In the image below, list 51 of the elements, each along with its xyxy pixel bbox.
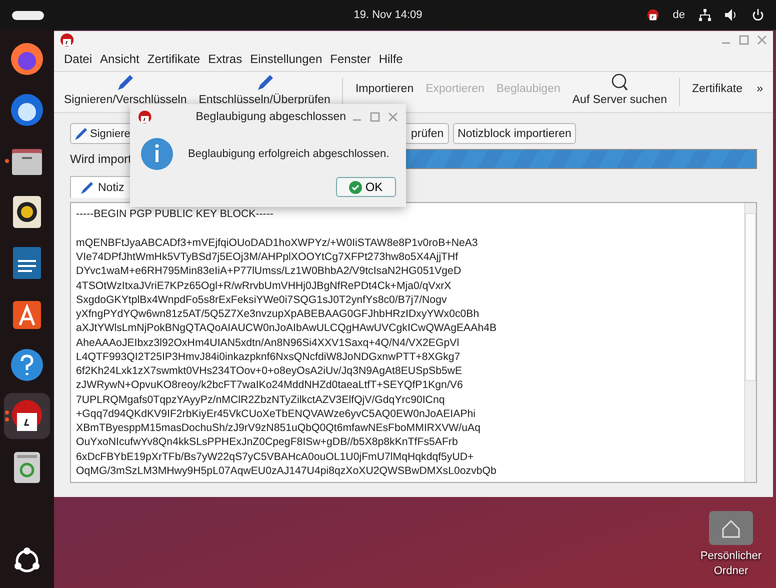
search-icon bbox=[610, 73, 630, 92]
clock[interactable]: 19. Nov 14:09 bbox=[354, 9, 422, 21]
pencil-icon bbox=[79, 180, 95, 196]
text-line: L4QTF993QI2T25IP3HmvJ84i0inkazpknf6NxsQNcfdiW8JoNDGxnwPTT+8XGkg7 bbox=[76, 350, 462, 364]
text-line: XBmTByesppM15masDochuSh/zJ9rV9zN851uQbQ0Qt6mfawNEsFboMMIRXVW/uAq bbox=[76, 421, 482, 436]
text-line: zJWRywN+OpvuKO8reoy/k2bcFT7waIKo24MddNHZd0taeaLtfT+SEYQfP1Kgn/V6 bbox=[76, 378, 464, 392]
app-logo-icon bbox=[138, 110, 152, 124]
help-icon[interactable] bbox=[8, 346, 46, 384]
toolbar-button[interactable]: Signieren/Verschlüsseln bbox=[58, 72, 193, 112]
text-line: 6f2Kh24Lxk1zX7swmkt0VHs234TOov+0+o8eyOsA2iUv/Jq3N9AgAt8EUSpSb5wE bbox=[76, 364, 464, 378]
toolbar-button[interactable]: Importieren bbox=[349, 72, 420, 112]
text-line: 6xDcFBYbE19pXrTFb/Bs7yW22qS7yC5VBAHcA0ouOL1U0jFmU7lMqHqkdqf5yUD+ bbox=[76, 450, 475, 464]
toolbar-button[interactable]: Zertifikate bbox=[686, 72, 748, 112]
import-notepad-button[interactable]: Notizblock importieren bbox=[452, 123, 576, 144]
power-icon[interactable] bbox=[752, 9, 764, 21]
text-line: VIe74DPfJhtWmHk5VTyBSd7j5EOj3M/AHPplXOOYtCg7XFPt273hw8o5X4AjjTHf bbox=[76, 250, 460, 264]
dialog-title: Beglaubigung abgeschlossen bbox=[196, 110, 346, 122]
text-line: aXJtYWlsLmNjPokBNgQTAQoAIAUCW0nJoAIbAwULCQgHAwUVCgkICwQWAgEAAh4B bbox=[76, 321, 498, 336]
volume-icon[interactable] bbox=[725, 9, 738, 21]
text-line: -----BEGIN PGP PUBLIC KEY BLOCK----- bbox=[76, 207, 274, 222]
pencil-icon bbox=[73, 126, 89, 142]
text-line: 7UPLRQMgafs0TqpzYAyyPz/nMClR2ZbzNTyZilkctAZV3ElfQjV/GdqYrc90ICnq bbox=[76, 392, 446, 407]
overflow-button[interactable]: » bbox=[750, 72, 769, 112]
app-logo-icon bbox=[60, 32, 74, 47]
app-logo-icon bbox=[646, 9, 659, 21]
text-line: DYvc1waM+e6RH795Min83eIiA+P77lUmss/Lz1W0BhbA2/V9tcIsaN2HG051VgeD bbox=[76, 264, 462, 278]
check-icon bbox=[349, 180, 362, 194]
toolbar-button[interactable]: Auf Server suchen bbox=[566, 72, 673, 112]
home-folder-icon[interactable] bbox=[709, 511, 753, 546]
status-text: Wird import bbox=[70, 152, 132, 166]
text-line: SxgdoGKYtplBx4WnpdFo5s8rExFeksiYWe0i7SQG1sJ0T2ynfYs8c0/B7j7/Nogv bbox=[76, 292, 448, 307]
toolbar-button[interactable]: Entschlüsseln/Überprüfen bbox=[192, 72, 336, 112]
text-line: AheAAAoJEIbxz3l92OxHm4UIAN5xdtn/An8N96Si4XXV1Saxq+4Q/N4/VX2EGpVl bbox=[76, 336, 460, 350]
desktop-icon-label: Persönlicher Ordner bbox=[699, 549, 763, 578]
text-line: OuYxoNIcufwYv8Qn4kkSLsPPHExJnZ0CpegF8ISw+gDB//b5X8p8kKnTfFs5AFrb bbox=[76, 435, 459, 450]
maximize-button[interactable] bbox=[739, 34, 749, 45]
text-line: +Gqq7d94QKdKV9IF2rbKiyEr45VkCUoXeTbENQVAWze6yvC5AQ0EW0nJoAEIAPhi bbox=[76, 406, 477, 421]
text-line: yXfngPYdYQw6wn81z5AT/5Q5Z7Xe3nvzupXpABEBAAG0GFJhbHRzIDxyYWx0c0Bh bbox=[76, 307, 480, 322]
ok-button[interactable]: OK bbox=[336, 177, 396, 197]
pencil-icon bbox=[115, 73, 136, 92]
activities-indicator[interactable] bbox=[12, 10, 44, 20]
info-icon bbox=[140, 137, 174, 171]
dialog-message: Beglaubigung erfolgreich abgeschlossen. bbox=[188, 148, 390, 160]
keyboard-layout[interactable]: de bbox=[672, 9, 685, 21]
network-icon[interactable] bbox=[699, 9, 711, 21]
text-line: OqMG/3mSzLM3MHwy9H5pL07AqwEU0zAJ147U4pi8qzXoXU2QWSBwDMXsL0ozvbQb bbox=[76, 464, 498, 478]
text-line: mQENBFtJyaABCADf3+mVEjfqiOUoDAD1hoXWPYz/+W0IiSTAW8e8P1v0roB+NeA3 bbox=[76, 236, 479, 250]
close-button[interactable] bbox=[757, 34, 767, 45]
text-line: 4TSOtWzItxaJVriE7KPz65Ogl+R/wRrvbUmVHHj0JBgNfRePDt4Ck+Mja0/qVxrX bbox=[76, 278, 452, 293]
text-editor[interactable] bbox=[70, 202, 757, 483]
scrollbar[interactable] bbox=[744, 203, 756, 482]
